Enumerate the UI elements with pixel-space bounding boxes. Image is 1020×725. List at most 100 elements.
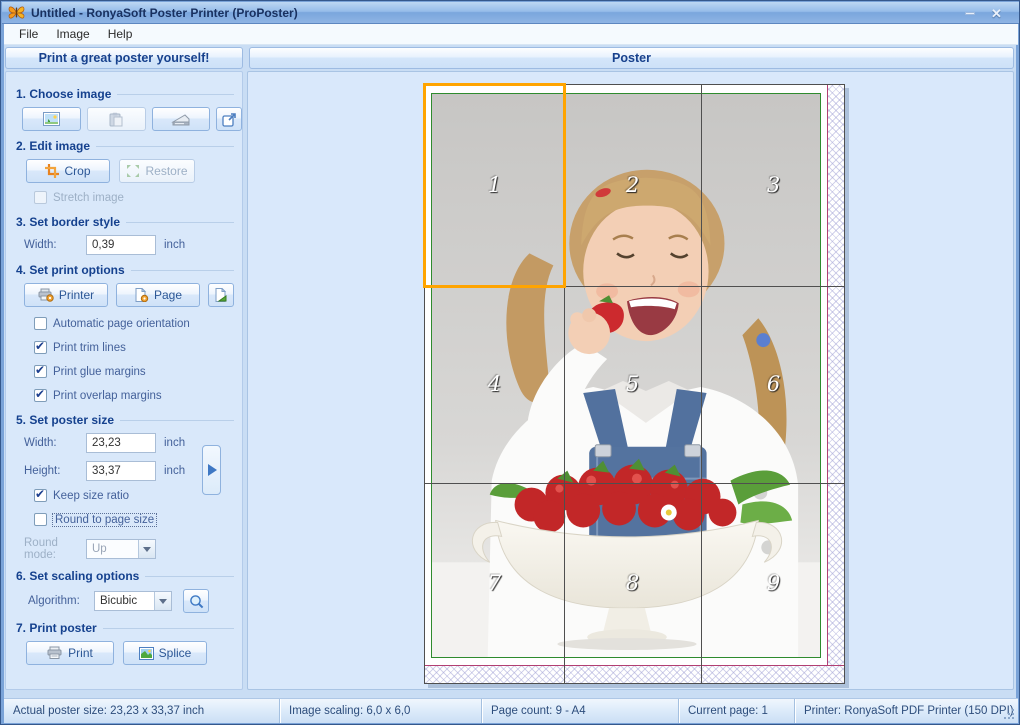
checkbox-label: Print trim lines — [53, 342, 126, 354]
restore-button[interactable]: Restore — [119, 159, 195, 183]
section-poster-size: 5. Set poster size — [16, 413, 234, 427]
checkbox-box — [34, 489, 47, 502]
close-icon: ✕ — [991, 6, 1002, 21]
algorithm-label: Algorithm: — [28, 595, 94, 607]
picture-icon — [43, 112, 60, 126]
poster-header: Poster — [249, 47, 1014, 69]
page-arrow-icon — [214, 288, 228, 302]
print-overlap-margins-checkbox[interactable]: Print overlap margins — [34, 389, 242, 402]
print-button[interactable]: Print — [26, 641, 114, 665]
splice-image-icon — [139, 647, 154, 660]
print-icon — [47, 646, 63, 660]
close-button[interactable]: ✕ — [991, 7, 1005, 19]
menu-file[interactable]: File — [10, 25, 47, 43]
paste-icon — [109, 112, 123, 127]
checkbox-label: Stretch image — [53, 192, 124, 204]
restore-arrows-icon — [126, 164, 140, 178]
checkbox-label: Print glue margins — [53, 366, 146, 378]
round-mode-value: Up — [87, 543, 138, 555]
poster-preview-area: 123456789 — [247, 71, 1014, 690]
tile-number: 4 — [488, 371, 501, 395]
paste-image-button[interactable] — [87, 107, 146, 131]
dropdown-arrow-icon — [138, 540, 155, 558]
scanner-icon — [171, 113, 191, 126]
section-border-style: 3. Set border style — [16, 215, 234, 229]
section-scaling-options: 6. Set scaling options — [16, 569, 234, 583]
poster-width-unit: inch — [164, 437, 185, 449]
algorithm-select[interactable]: Bicubic — [94, 591, 172, 611]
checkbox-label: Keep size ratio — [53, 490, 129, 502]
tile-number: 9 — [767, 571, 780, 595]
scan-image-button[interactable] — [152, 107, 211, 131]
menu-help[interactable]: Help — [99, 25, 142, 43]
control-sidebar: 1. Choose image — [5, 71, 243, 690]
round-mode-select[interactable]: Up — [86, 539, 156, 559]
poster-page: 123456789 — [424, 84, 845, 684]
checkbox-box — [34, 191, 47, 204]
printer-gear-icon — [38, 288, 54, 302]
checkbox-box — [34, 365, 47, 378]
minimize-button[interactable] — [963, 7, 977, 19]
status-image-scaling: Image scaling: 6,0 x 6,0 — [279, 699, 481, 723]
tile-number: 8 — [626, 571, 639, 595]
section-print-options: 4. Set print options — [16, 263, 234, 277]
checkbox-label: Round to page size — [53, 514, 156, 526]
app-window: Untitled - RonyaSoft Poster Printer (Pro… — [0, 0, 1020, 725]
open-external-icon — [222, 112, 237, 127]
poster-height-unit: inch — [164, 465, 185, 477]
page-button-label: Page — [154, 288, 182, 302]
checkbox-label: Automatic page orientation — [53, 318, 190, 330]
size-presets-flyout-button[interactable] — [202, 445, 221, 495]
splice-button-label: Splice — [159, 646, 192, 660]
border-width-unit: inch — [164, 239, 185, 251]
dropdown-arrow-icon — [154, 592, 171, 610]
print-button-label: Print — [68, 646, 93, 660]
title-bar[interactable]: Untitled - RonyaSoft Poster Printer (Pro… — [2, 2, 1019, 24]
current-page-selection — [423, 83, 566, 288]
border-width-label: Width: — [24, 239, 86, 251]
poster-height-label: Height: — [24, 465, 86, 477]
status-page-count: Page count: 9 - A4 — [481, 699, 678, 723]
checkbox-box — [34, 317, 47, 330]
crop-button[interactable]: Crop — [26, 159, 110, 183]
stretch-image-checkbox[interactable]: Stretch image — [34, 191, 242, 204]
window-title: Untitled - RonyaSoft Poster Printer (Pro… — [31, 6, 298, 20]
checkbox-box — [34, 341, 47, 354]
checkbox-box — [34, 513, 47, 526]
poster-height-input[interactable] — [86, 461, 156, 481]
open-image-button[interactable] — [22, 107, 81, 131]
crop-icon — [45, 164, 59, 178]
status-actual-poster-size: Actual poster size: 23,23 x 33,37 inch — [4, 699, 279, 723]
acquire-image-button[interactable] — [216, 107, 242, 131]
menu-bar: File Image Help — [4, 24, 1018, 45]
sidebar-header: Print a great poster yourself! — [5, 47, 243, 69]
page-setup-button[interactable]: Page — [116, 283, 200, 307]
checkbox-box — [34, 389, 47, 402]
print-trim-lines-checkbox[interactable]: Print trim lines — [34, 341, 242, 354]
auto-orientation-checkbox[interactable]: Automatic page orientation — [34, 317, 242, 330]
checkbox-label: Print overlap margins — [53, 390, 162, 402]
tile-number: 5 — [626, 371, 639, 395]
poster-width-input[interactable] — [86, 433, 156, 453]
splice-button[interactable]: Splice — [123, 641, 207, 665]
round-mode-label: Round mode: — [24, 537, 86, 561]
round-to-page-size-checkbox[interactable]: Round to page size — [34, 513, 242, 526]
preview-scaling-button[interactable] — [183, 589, 209, 613]
page-gear-icon — [134, 288, 149, 302]
minimize-icon — [965, 12, 975, 15]
menu-image[interactable]: Image — [47, 25, 98, 43]
page-preview-button[interactable] — [208, 283, 234, 307]
restore-label: Restore — [145, 164, 187, 178]
resize-grip[interactable] — [1004, 709, 1016, 721]
status-printer: Printer: RonyaSoft PDF Printer (150 DPI) — [794, 699, 1018, 723]
tile-number: 7 — [488, 571, 501, 595]
tile-number: 3 — [767, 172, 780, 196]
section-edit-image: 2. Edit image — [16, 139, 234, 153]
status-bar: Actual poster size: 23,23 x 33,37 inch I… — [4, 698, 1018, 723]
print-glue-margins-checkbox[interactable]: Print glue margins — [34, 365, 242, 378]
printer-button-label: Printer — [59, 288, 94, 302]
poster-width-label: Width: — [24, 437, 86, 449]
border-width-input[interactable] — [86, 235, 156, 255]
printer-setup-button[interactable]: Printer — [24, 283, 108, 307]
algorithm-value: Bicubic — [95, 595, 154, 607]
